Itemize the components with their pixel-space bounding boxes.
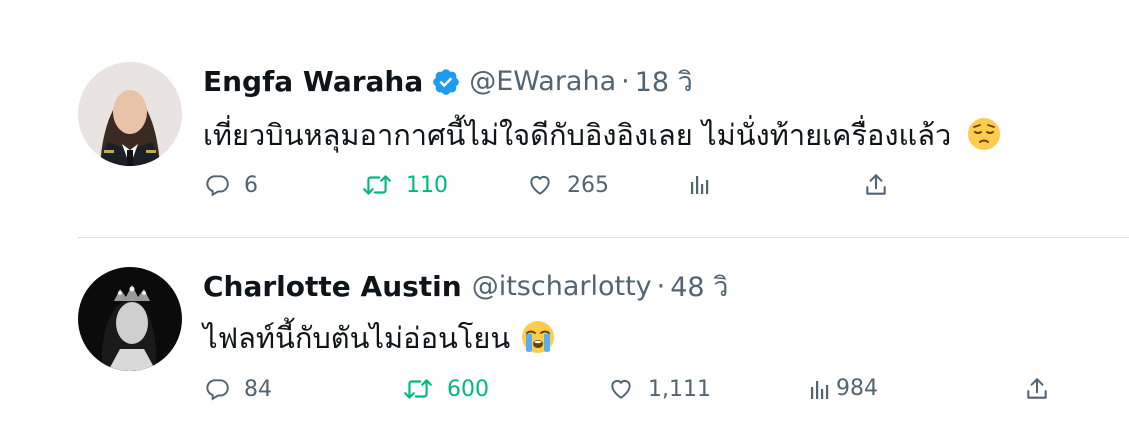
reply-icon — [206, 379, 229, 401]
share-button[interactable] — [863, 172, 889, 198]
separator-dot: · — [656, 271, 666, 302]
like-count: 265 — [567, 172, 609, 198]
display-name[interactable]: Engfa Waraha — [203, 65, 423, 98]
retweet-count: 110 — [406, 172, 448, 198]
like-button[interactable]: 1,111 — [608, 376, 711, 402]
retweet-button[interactable]: 600 — [403, 376, 489, 402]
tweet-header: Charlotte Austin @itscharlotty · 48 วิ — [203, 265, 728, 308]
share-button[interactable] — [1024, 376, 1050, 402]
views-button[interactable]: 984 — [810, 376, 878, 401]
avatar[interactable] — [78, 267, 182, 371]
tweet-text-content: เที่ยวบินหลุมอากาศนี้ไม่ใจดีกับอิงอิงเลย… — [203, 118, 952, 152]
reply-count: 6 — [244, 172, 258, 198]
like-count: 1,111 — [648, 376, 711, 402]
handle[interactable]: @itscharlotty — [472, 271, 652, 302]
handle[interactable]: @EWaraha — [469, 66, 616, 97]
heart-icon — [611, 379, 631, 399]
tweet[interactable]: Engfa Waraha @EWaraha · 18 วิ เที่ยวบินห… — [0, 0, 1129, 237]
like-button[interactable]: 265 — [527, 172, 609, 198]
reply-count: 84 — [244, 376, 272, 402]
views-chart-icon — [691, 176, 709, 194]
share-icon — [1027, 378, 1047, 399]
retweet-icon — [404, 379, 432, 399]
views-count: 984 — [836, 376, 878, 401]
display-name[interactable]: Charlotte Austin — [203, 270, 462, 303]
retweet-icon — [363, 175, 391, 195]
views-chart-icon — [811, 380, 829, 399]
retweet-button[interactable]: 110 — [362, 172, 448, 198]
reply-button[interactable]: 6 — [204, 172, 258, 198]
pensive-face-icon — [967, 117, 1001, 158]
tweet-text: เที่ยวบินหลุมอากาศนี้ไม่ใจดีกับอิงอิงเลย… — [203, 112, 1001, 158]
tweet-text: ไฟลท์นี้กับตันไม่อ่อนโยน — [203, 315, 555, 361]
timestamp[interactable]: 48 วิ — [670, 265, 728, 308]
tweet-text-content: ไฟลท์นี้กับตันไม่อ่อนโยน — [203, 321, 511, 355]
tweet[interactable]: Charlotte Austin @itscharlotty · 48 วิ ไ… — [0, 237, 1129, 435]
views-button[interactable] — [690, 172, 726, 196]
separator-dot: · — [621, 66, 630, 97]
reply-button[interactable]: 84 — [204, 376, 272, 402]
avatar[interactable] — [78, 62, 182, 166]
heart-icon — [530, 175, 550, 195]
tweet-header: Engfa Waraha @EWaraha · 18 วิ — [203, 60, 693, 103]
share-icon — [866, 174, 886, 195]
timestamp[interactable]: 18 วิ — [635, 60, 693, 103]
verified-badge-icon — [431, 67, 461, 97]
retweet-count: 600 — [447, 376, 489, 402]
reply-icon — [206, 175, 229, 197]
loudly-crying-face-icon — [521, 320, 555, 361]
